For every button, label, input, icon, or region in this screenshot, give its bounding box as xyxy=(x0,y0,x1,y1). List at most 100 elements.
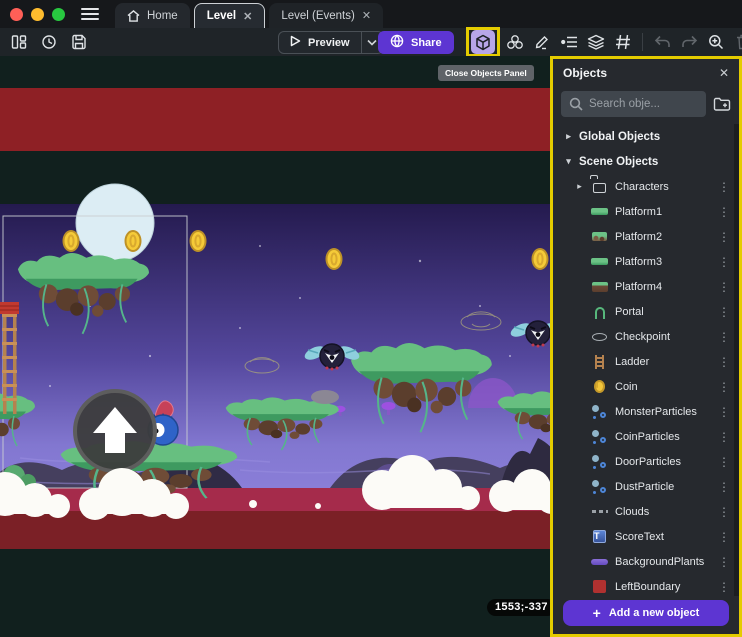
cloud-circle-object[interactable] xyxy=(76,184,154,262)
coin-object[interactable] xyxy=(533,249,548,269)
object-label: Platform4 xyxy=(615,281,662,293)
tab-home[interactable]: Home xyxy=(115,3,190,28)
objects-panel-icon[interactable] xyxy=(471,30,495,54)
menu-icon[interactable] xyxy=(81,8,99,20)
object-row[interactable]: Portal xyxy=(553,299,739,324)
coin-object[interactable] xyxy=(126,231,141,251)
object-group-header[interactable]: Scene Objects xyxy=(553,149,739,174)
particles-icon xyxy=(591,479,608,495)
toolbar: Preview Share xyxy=(0,28,742,56)
object-row[interactable]: MonsterParticles xyxy=(553,399,739,424)
search-icon xyxy=(569,97,583,116)
cursor-coordinates-badge: 1553;-337 xyxy=(487,599,550,616)
folder-icon xyxy=(591,179,608,195)
main-area: 1553;-337 Close Objects Panel Objects ✕ xyxy=(0,56,742,637)
tab-close-icon[interactable]: ✕ xyxy=(362,9,371,22)
ladder-icon xyxy=(591,354,608,370)
object-label: Platform3 xyxy=(615,256,662,268)
object-row[interactable]: Checkpoint xyxy=(553,324,739,349)
scene-editor-canvas[interactable]: 1553;-337 xyxy=(0,56,550,637)
close-icon[interactable]: ✕ xyxy=(719,66,729,80)
object-label: Coin xyxy=(615,381,638,393)
instances-list-icon[interactable] xyxy=(558,31,580,53)
search-row xyxy=(553,86,739,124)
object-label: CoinParticles xyxy=(615,431,680,443)
toolbar-divider xyxy=(642,33,643,51)
tab-level[interactable]: Level ✕ xyxy=(194,3,266,28)
scrollbar[interactable] xyxy=(734,124,739,596)
object-row[interactable]: Platform3 xyxy=(553,249,739,274)
checkpoint-icon xyxy=(591,329,608,345)
object-row[interactable]: DustParticle xyxy=(553,474,739,499)
object-row[interactable]: Platform1 xyxy=(553,199,739,224)
grid-icon[interactable] xyxy=(612,31,634,53)
object-row[interactable]: DoorParticles xyxy=(553,449,739,474)
share-button[interactable]: Share xyxy=(378,31,454,54)
window-controls xyxy=(0,8,65,21)
portal-icon xyxy=(591,304,608,320)
object-row[interactable]: ScoreText xyxy=(553,524,739,549)
object-row[interactable]: Coin xyxy=(553,374,739,399)
home-icon xyxy=(127,10,140,22)
panel-title: Objects xyxy=(563,66,607,80)
gdevelop-window: Home Level ✕ Level (Events) ✕ xyxy=(0,0,742,637)
object-row[interactable]: BackgroundPlants xyxy=(553,549,739,574)
preview-label: Preview xyxy=(308,37,350,49)
object-label: MonsterParticles xyxy=(615,406,697,418)
object-label: Ladder xyxy=(615,356,649,368)
jump-button-object[interactable] xyxy=(75,391,155,471)
tab-close-icon[interactable]: ✕ xyxy=(243,10,252,23)
left-boundary-object[interactable] xyxy=(0,302,19,314)
globe-icon xyxy=(390,34,404,51)
scene-artwork xyxy=(0,56,550,637)
object-group-header[interactable]: Global Objects xyxy=(553,124,739,149)
undo-icon[interactable] xyxy=(651,31,673,53)
trash-icon[interactable] xyxy=(732,31,742,53)
coin-object[interactable] xyxy=(191,231,206,251)
tab-bar: Home Level ✕ Level (Events) ✕ xyxy=(115,0,383,28)
object-row[interactable]: CoinParticles xyxy=(553,424,739,449)
chevron-down-icon[interactable] xyxy=(564,156,573,167)
tab-level-events[interactable]: Level (Events) ✕ xyxy=(269,3,383,28)
add-folder-icon[interactable] xyxy=(713,96,731,112)
object-label: Characters xyxy=(615,181,669,193)
minimize-window-button[interactable] xyxy=(31,8,44,21)
history-icon[interactable] xyxy=(38,31,60,53)
titlebar: Home Level ✕ Level (Events) ✕ xyxy=(0,0,742,28)
object-label: DoorParticles xyxy=(615,456,681,468)
object-row[interactable]: LeftBoundary xyxy=(553,574,739,596)
redo-icon[interactable] xyxy=(678,31,700,53)
preview-button[interactable]: Preview xyxy=(278,31,384,54)
object-row[interactable]: Platform2 xyxy=(553,224,739,249)
save-icon[interactable] xyxy=(68,31,90,53)
chevron-right-icon[interactable] xyxy=(564,131,573,142)
object-groups-icon[interactable] xyxy=(504,31,526,53)
object-row[interactable]: Characters xyxy=(553,174,739,199)
object-label: BackgroundPlants xyxy=(615,556,704,568)
project-manager-icon[interactable] xyxy=(8,31,30,53)
objects-panel: Objects ✕ Globa xyxy=(550,56,742,637)
scoretext-icon xyxy=(591,529,608,545)
chevron-right-icon[interactable] xyxy=(575,181,584,192)
object-label: ScoreText xyxy=(615,531,664,543)
coin-object[interactable] xyxy=(64,231,79,251)
object-row[interactable]: Platform4 xyxy=(553,274,739,299)
object-label: Platform2 xyxy=(615,231,662,243)
close-window-button[interactable] xyxy=(10,8,23,21)
group-label: Global Objects xyxy=(579,131,660,143)
coin-icon xyxy=(591,379,608,395)
bgplants-icon xyxy=(591,554,608,570)
add-object-button[interactable]: + Add a new object xyxy=(563,600,729,626)
layers-icon[interactable] xyxy=(585,31,607,53)
particles-icon xyxy=(591,429,608,445)
zoom-in-icon[interactable] xyxy=(705,31,727,53)
objects-panel-header: Objects ✕ xyxy=(553,59,739,86)
object-row[interactable]: Ladder xyxy=(553,349,739,374)
coin-object[interactable] xyxy=(327,249,342,269)
edit-icon[interactable] xyxy=(531,31,553,53)
particles-icon xyxy=(591,454,608,470)
platform4-icon xyxy=(591,279,608,295)
maximize-window-button[interactable] xyxy=(52,8,65,21)
object-row[interactable]: Clouds xyxy=(553,499,739,524)
object-label: LeftBoundary xyxy=(615,581,680,593)
